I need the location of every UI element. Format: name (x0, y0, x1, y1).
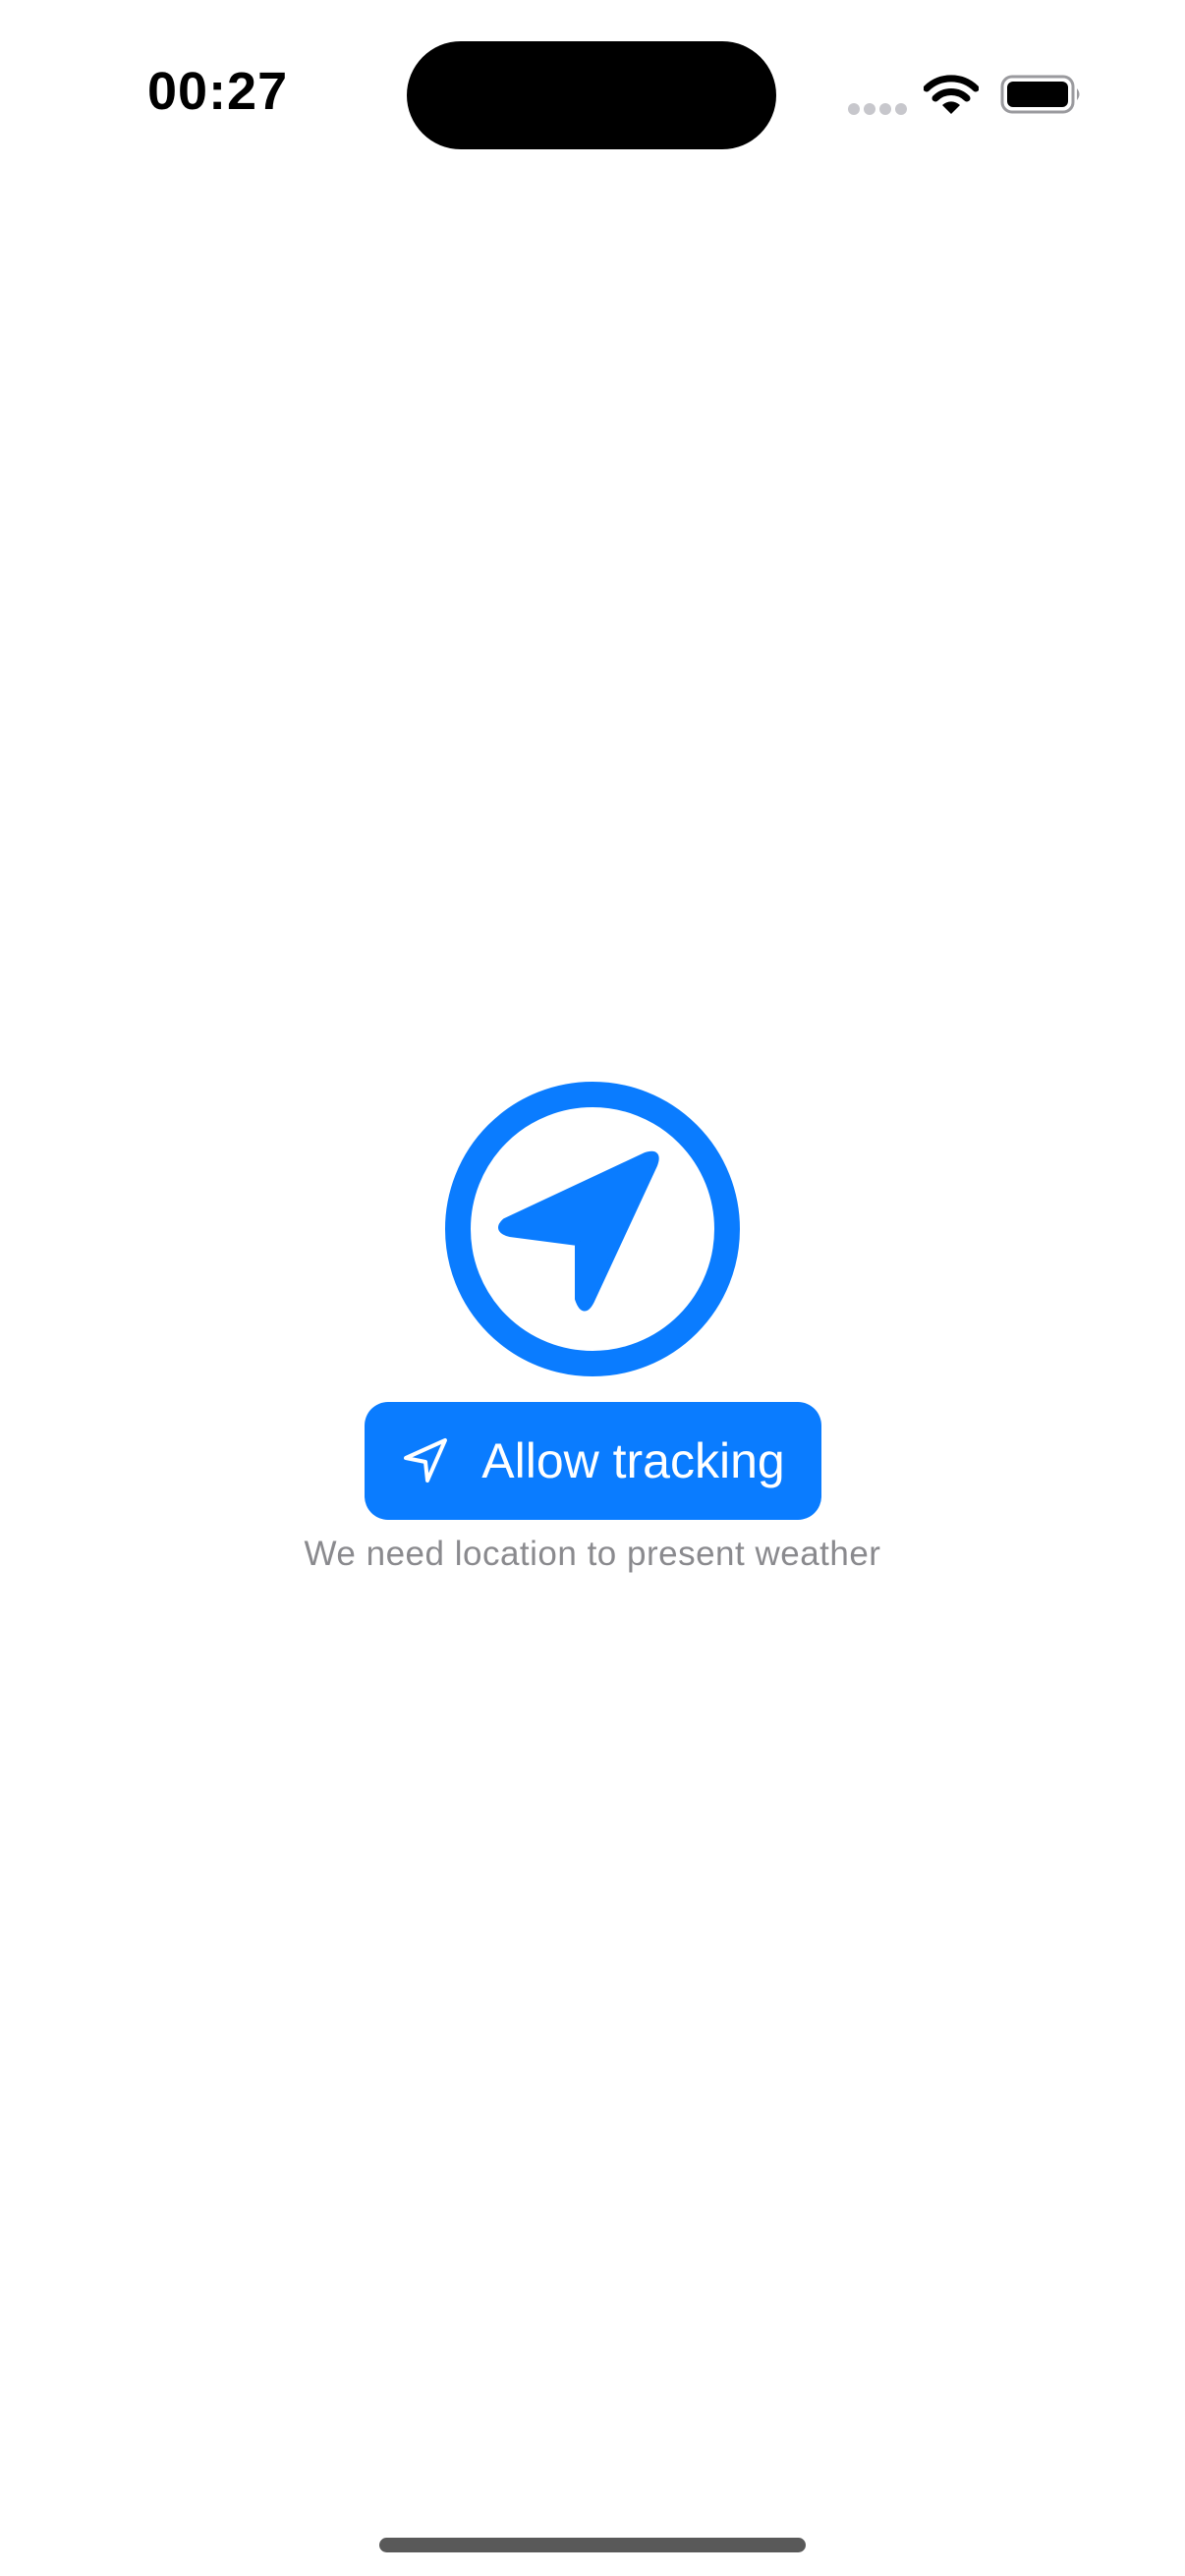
allow-tracking-button[interactable]: Allow tracking (365, 1402, 821, 1520)
allow-tracking-label: Allow tracking (481, 1433, 785, 1488)
status-time: 00:27 (147, 62, 289, 121)
status-bar: 00:27 (0, 0, 1185, 196)
signal-icon (848, 103, 907, 115)
home-indicator[interactable] (379, 2538, 806, 2552)
wifi-icon (924, 75, 979, 114)
dynamic-island (407, 41, 776, 149)
location-circle-icon (445, 1082, 740, 1376)
location-caption: We need location to present weather (304, 1535, 881, 1573)
battery-icon (1000, 75, 1080, 114)
location-arrow-icon (404, 1438, 448, 1483)
